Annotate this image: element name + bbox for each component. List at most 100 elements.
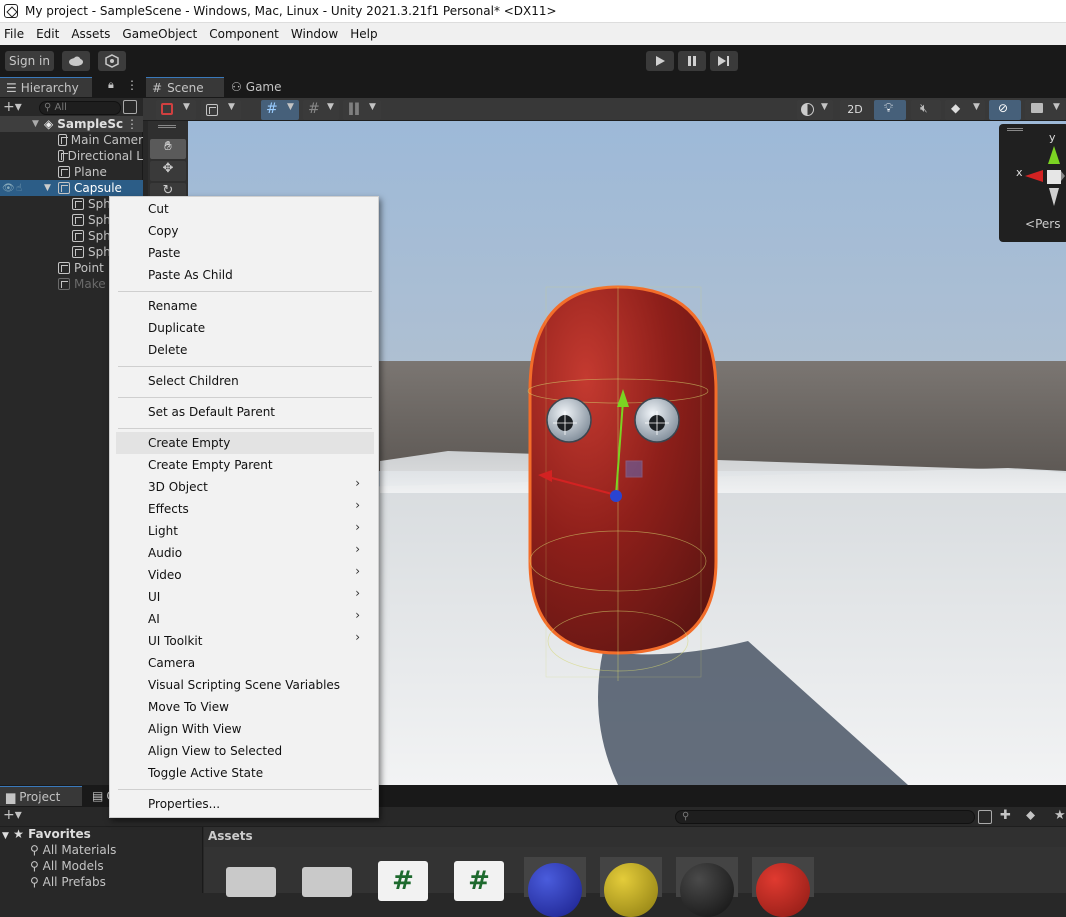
menu-item-move-to-view[interactable]: Move To View	[116, 696, 374, 718]
kebab-menu-icon[interactable]: ⋮	[126, 78, 138, 92]
favorite-item[interactable]: ⚲ All Models	[30, 859, 104, 873]
menu-item-ui[interactable]: UI ›	[116, 586, 374, 608]
menu-item-audio[interactable]: Audio ›	[116, 542, 374, 564]
menu-item-duplicate[interactable]: Duplicate	[116, 317, 374, 339]
audio-toggle[interactable]: 🔇︎	[911, 100, 941, 120]
project-search-input[interactable]: ⚲	[675, 810, 975, 824]
menu-window[interactable]: Window	[285, 27, 344, 41]
menu-item-set-default-parent[interactable]: Set as Default Parent	[116, 401, 374, 423]
menu-item-ui-toolkit[interactable]: UI Toolkit ›	[116, 630, 374, 652]
menu-item-align-view-to-selected[interactable]: Align View to Selected	[116, 740, 374, 762]
menu-item-toggle-active-state[interactable]: Toggle Active State	[116, 762, 374, 784]
menu-item-properties[interactable]: Properties...	[116, 793, 374, 815]
add-plus-icon[interactable]: +▾	[3, 99, 22, 115]
menu-item-align-with-view[interactable]: Align With View	[116, 718, 374, 740]
tab-hierarchy-label: Hierarchy	[20, 80, 79, 95]
camera-dropdown[interactable]: ▼	[1025, 100, 1065, 120]
effects-dropdown[interactable]: ◆ ▼	[945, 100, 985, 120]
increment-snap-dropdown[interactable]: ‖‖ ▼	[343, 100, 381, 120]
menu-file[interactable]: File	[0, 27, 30, 41]
tab-scene[interactable]: # Scene	[146, 77, 224, 97]
sign-in-button[interactable]: Sign in	[5, 51, 54, 71]
hierarchy-item[interactable]: Directional L	[0, 148, 143, 164]
menu-item-paste[interactable]: Paste	[116, 242, 374, 264]
lock-icon[interactable]: 🔒︎	[108, 78, 114, 92]
projection-label[interactable]: <Pers	[1025, 217, 1060, 231]
menu-item-delete[interactable]: Delete	[116, 339, 374, 361]
drag-handle-icon[interactable]	[158, 125, 176, 128]
tag-icon[interactable]: ⬥	[1026, 808, 1035, 823]
menu-edit[interactable]: Edit	[30, 27, 65, 41]
expand-arrow-icon[interactable]: ▼	[44, 183, 51, 193]
grid-snap-toggle[interactable]: # ▼	[261, 100, 299, 120]
tab-game[interactable]: ⚇ Game	[225, 77, 288, 97]
menu-item-light[interactable]: Light ›	[116, 520, 374, 542]
menu-assets[interactable]: Assets	[65, 27, 116, 41]
menu-component[interactable]: Component	[203, 27, 285, 41]
star-icon[interactable]: ★	[1054, 808, 1066, 823]
toggle-2d-button[interactable]: 2D	[840, 100, 870, 120]
hierarchy-item-selected[interactable]: 👁︎ ☝︎ ▼ Capsule	[0, 180, 143, 196]
menu-item-create-empty[interactable]: Create Empty	[116, 432, 374, 454]
expand-arrow-icon[interactable]: ▼	[32, 119, 39, 129]
pause-button[interactable]	[678, 51, 706, 71]
material-thumbnail[interactable]	[752, 857, 814, 917]
hidden-objects-toggle[interactable]: ⊘	[989, 100, 1021, 120]
menu-item-create-empty-parent[interactable]: Create Empty Parent	[116, 454, 374, 476]
material-thumbnail[interactable]	[524, 857, 586, 917]
menu-item-copy[interactable]: Copy	[116, 220, 374, 242]
menu-item-camera[interactable]: Camera	[116, 652, 374, 674]
render-mode-dropdown[interactable]: ▼	[201, 100, 241, 120]
chevron-right-icon: ›	[355, 586, 360, 600]
move-tool-button[interactable]: ✥	[150, 161, 186, 181]
menu-item-select-children[interactable]: Select Children	[116, 370, 374, 392]
play-button[interactable]	[646, 51, 674, 71]
scene-kebab-icon[interactable]: ⋮	[126, 117, 138, 131]
menu-item-ai[interactable]: AI ›	[116, 608, 374, 630]
menu-item-visual-scripting-scene-variables[interactable]: Visual Scripting Scene Variables	[116, 674, 374, 696]
search-by-type-icon[interactable]	[978, 810, 992, 824]
draw-mode-dropdown[interactable]: ▼	[156, 100, 196, 120]
tab-hierarchy[interactable]: ☰ Hierarchy	[0, 77, 92, 97]
eye-slash-icon: ⊘	[998, 101, 1009, 115]
shading-dropdown[interactable]: ▼	[797, 100, 833, 120]
favorite-item[interactable]: ⚲ All Prefabs	[30, 875, 106, 889]
cloud-button[interactable]	[62, 51, 90, 71]
pickable-hand-icon[interactable]: ☝︎	[16, 183, 22, 194]
hand-tool-button[interactable]: ✋︎	[150, 139, 186, 159]
menu-item-video[interactable]: Video ›	[116, 564, 374, 586]
capsule-object	[527, 285, 718, 681]
hierarchy-item[interactable]: Plane	[0, 164, 143, 180]
menu-separator	[118, 428, 372, 429]
hierarchy-scene-row[interactable]: ▼ ◈ SampleSc ⋮	[0, 116, 143, 132]
collab-button[interactable]	[98, 51, 126, 71]
search-icon: ⚲	[30, 843, 39, 857]
material-thumbnail[interactable]	[676, 857, 738, 917]
snap-dropdown[interactable]: # ▼	[303, 100, 339, 120]
material-thumbnail[interactable]	[600, 857, 662, 917]
menu-item-3d-object[interactable]: 3D Object ›	[116, 476, 374, 498]
hierarchy-item[interactable]: Main Camer	[0, 132, 143, 148]
menu-help[interactable]: Help	[344, 27, 383, 41]
tab-project[interactable]: ▆ Project	[0, 786, 82, 806]
favorites-header[interactable]: ▼ ★ Favorites	[2, 827, 91, 841]
menu-item-rename[interactable]: Rename	[116, 295, 374, 317]
visibility-eye-icon[interactable]: 👁︎	[2, 183, 15, 194]
menu-item-paste-as-child[interactable]: Paste As Child	[116, 264, 374, 286]
search-filter-icon[interactable]	[123, 100, 137, 114]
add-plus-icon[interactable]: +▾	[3, 807, 22, 823]
script-file-icon[interactable]: #	[378, 861, 428, 901]
favorite-item[interactable]: ⚲ All Materials	[30, 843, 116, 857]
script-file-icon[interactable]: #	[454, 861, 504, 901]
menu-gameobject[interactable]: GameObject	[116, 27, 203, 41]
orientation-gizmo[interactable]: y x <Pers	[999, 124, 1066, 242]
cube-icon	[206, 104, 218, 116]
lighting-toggle[interactable]: 💡︎	[874, 100, 906, 120]
menu-item-effects[interactable]: Effects ›	[116, 498, 374, 520]
hierarchy-search-input[interactable]: ⚲ All	[39, 101, 121, 115]
filter-label-icon[interactable]: ✚	[1000, 808, 1011, 823]
context-menu: Cut Copy Paste Paste As Child Rename Dup…	[109, 196, 379, 818]
menu-item-cut[interactable]: Cut	[116, 198, 374, 220]
scene-tabbar: # Scene ⚇ Game	[143, 76, 1066, 98]
step-button[interactable]	[710, 51, 738, 71]
